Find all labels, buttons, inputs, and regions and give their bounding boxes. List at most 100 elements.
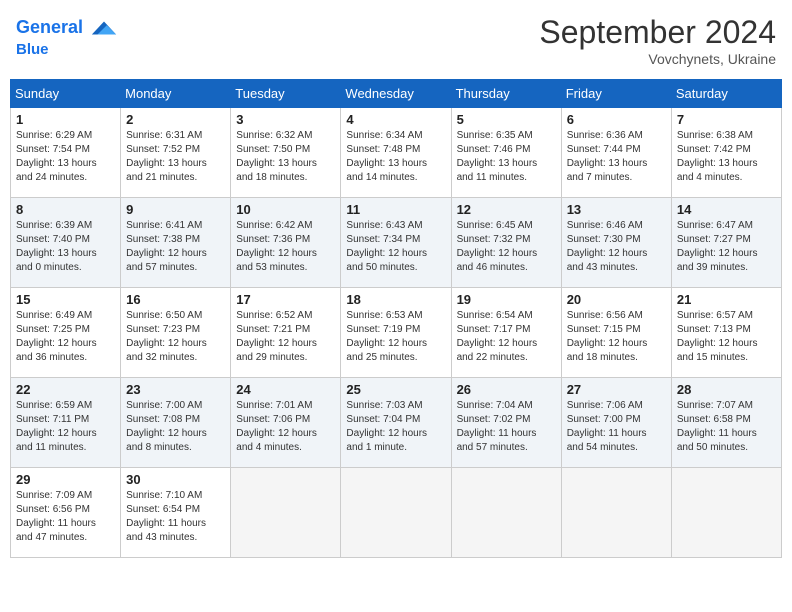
day-info: Sunrise: 6:52 AM Sunset: 7:21 PM Dayligh… [236, 309, 335, 365]
day-number: 8 [16, 202, 115, 217]
calendar-cell: 16Sunrise: 6:50 AM Sunset: 7:23 PM Dayli… [121, 288, 231, 378]
logo: General Blue [16, 14, 118, 59]
calendar-cell [451, 468, 561, 558]
calendar-week-5: 29 Sunrise: 7:09 AM Sunset: 6:56 PM Dayli… [11, 468, 782, 558]
calendar-body: 1 Sunrise: 6:29 AM Sunset: 7:54 PM Daylig… [11, 108, 782, 558]
day-info: Sunrise: 6:41 AM Sunset: 7:38 PM Dayligh… [126, 219, 225, 275]
day-info: Sunrise: 6:32 AM Sunset: 7:50 PM Dayligh… [236, 129, 335, 185]
month-title: September 2024 [539, 14, 776, 51]
calendar-cell: 23 Sunrise: 7:00 AM Sunset: 7:08 PM Dayli… [121, 378, 231, 468]
day-info: Sunrise: 6:39 AM Sunset: 7:40 PM Dayligh… [16, 219, 115, 275]
day-info: Sunrise: 6:46 AM Sunset: 7:30 PM Dayligh… [567, 219, 666, 275]
header-saturday: Saturday [671, 80, 781, 108]
day-info: Sunrise: 6:43 AM Sunset: 7:34 PM Dayligh… [346, 219, 445, 275]
calendar-week-3: 15 Sunrise: 6:49 AM Sunset: 7:25 PM Dayli… [11, 288, 782, 378]
day-info: Sunrise: 6:31 AM Sunset: 7:52 PM Dayligh… [126, 129, 225, 185]
day-number: 11 [346, 202, 445, 217]
title-block: September 2024 Vovchynets, Ukraine [539, 14, 776, 67]
day-number: 17 [236, 292, 335, 307]
header-sunday: Sunday [11, 80, 121, 108]
calendar-cell [231, 468, 341, 558]
day-info: Sunrise: 7:00 AM Sunset: 7:08 PM Dayligh… [126, 399, 225, 455]
day-info: Sunrise: 7:09 AM Sunset: 6:56 PM Dayligh… [16, 489, 115, 545]
day-number: 26 [457, 382, 556, 397]
calendar-cell: 20 Sunrise: 6:56 AM Sunset: 7:15 PM Dayli… [561, 288, 671, 378]
day-number: 12 [457, 202, 556, 217]
day-number: 10 [236, 202, 335, 217]
calendar-cell: 24 Sunrise: 7:01 AM Sunset: 7:06 PM Dayli… [231, 378, 341, 468]
day-info: Sunrise: 6:29 AM Sunset: 7:54 PM Dayligh… [16, 129, 115, 185]
calendar-cell: 11 Sunrise: 6:43 AM Sunset: 7:34 PM Dayli… [341, 198, 451, 288]
calendar-cell: 25Sunrise: 7:03 AM Sunset: 7:04 PM Dayli… [341, 378, 451, 468]
calendar-cell [671, 468, 781, 558]
day-info: Sunrise: 6:35 AM Sunset: 7:46 PM Dayligh… [457, 129, 556, 185]
day-info: Sunrise: 6:54 AM Sunset: 7:17 PM Dayligh… [457, 309, 556, 365]
calendar-week-2: 8 Sunrise: 6:39 AM Sunset: 7:40 PM Daylig… [11, 198, 782, 288]
calendar-cell: 15 Sunrise: 6:49 AM Sunset: 7:25 PM Dayli… [11, 288, 121, 378]
day-number: 2 [126, 112, 225, 127]
day-info: Sunrise: 7:04 AM Sunset: 7:02 PM Dayligh… [457, 399, 556, 455]
day-info: Sunrise: 6:34 AM Sunset: 7:48 PM Dayligh… [346, 129, 445, 185]
calendar-cell: 13Sunrise: 6:46 AM Sunset: 7:30 PM Dayli… [561, 198, 671, 288]
calendar-cell [341, 468, 451, 558]
calendar-cell: 7Sunrise: 6:38 AM Sunset: 7:42 PM Daylig… [671, 108, 781, 198]
day-info: Sunrise: 6:47 AM Sunset: 7:27 PM Dayligh… [677, 219, 776, 275]
day-info: Sunrise: 7:10 AM Sunset: 6:54 PM Dayligh… [126, 489, 225, 545]
day-number: 6 [567, 112, 666, 127]
day-info: Sunrise: 6:57 AM Sunset: 7:13 PM Dayligh… [677, 309, 776, 365]
day-info: Sunrise: 7:07 AM Sunset: 6:58 PM Dayligh… [677, 399, 776, 455]
day-number: 27 [567, 382, 666, 397]
day-info: Sunrise: 6:50 AM Sunset: 7:23 PM Dayligh… [126, 309, 225, 365]
calendar-cell: 10 Sunrise: 6:42 AM Sunset: 7:36 PM Dayli… [231, 198, 341, 288]
day-number: 4 [346, 112, 445, 127]
day-number: 19 [457, 292, 556, 307]
header-monday: Monday [121, 80, 231, 108]
day-number: 30 [126, 472, 225, 487]
header-wednesday: Wednesday [341, 80, 451, 108]
calendar-cell: 1 Sunrise: 6:29 AM Sunset: 7:54 PM Daylig… [11, 108, 121, 198]
calendar-cell: 26 Sunrise: 7:04 AM Sunset: 7:02 PM Dayli… [451, 378, 561, 468]
calendar-cell: 22Sunrise: 6:59 AM Sunset: 7:11 PM Dayli… [11, 378, 121, 468]
calendar-cell: 9Sunrise: 6:41 AM Sunset: 7:38 PM Daylig… [121, 198, 231, 288]
day-info: Sunrise: 7:01 AM Sunset: 7:06 PM Dayligh… [236, 399, 335, 455]
calendar-cell [561, 468, 671, 558]
day-number: 1 [16, 112, 115, 127]
day-number: 3 [236, 112, 335, 127]
day-info: Sunrise: 6:42 AM Sunset: 7:36 PM Dayligh… [236, 219, 335, 275]
calendar-cell: 5 Sunrise: 6:35 AM Sunset: 7:46 PM Daylig… [451, 108, 561, 198]
day-info: Sunrise: 6:53 AM Sunset: 7:19 PM Dayligh… [346, 309, 445, 365]
calendar-cell: 3 Sunrise: 6:32 AM Sunset: 7:50 PM Daylig… [231, 108, 341, 198]
calendar-cell: 8 Sunrise: 6:39 AM Sunset: 7:40 PM Daylig… [11, 198, 121, 288]
day-number: 29 [16, 472, 115, 487]
calendar-cell: 28 Sunrise: 7:07 AM Sunset: 6:58 PM Dayli… [671, 378, 781, 468]
day-info: Sunrise: 6:56 AM Sunset: 7:15 PM Dayligh… [567, 309, 666, 365]
day-number: 24 [236, 382, 335, 397]
calendar-cell: 4 Sunrise: 6:34 AM Sunset: 7:48 PM Daylig… [341, 108, 451, 198]
day-number: 14 [677, 202, 776, 217]
calendar-cell: 12Sunrise: 6:45 AM Sunset: 7:32 PM Dayli… [451, 198, 561, 288]
day-number: 5 [457, 112, 556, 127]
calendar-week-1: 1 Sunrise: 6:29 AM Sunset: 7:54 PM Daylig… [11, 108, 782, 198]
day-number: 7 [677, 112, 776, 127]
logo-text2: Blue [16, 42, 118, 59]
day-number: 15 [16, 292, 115, 307]
calendar-cell: 14 Sunrise: 6:47 AM Sunset: 7:27 PM Dayli… [671, 198, 781, 288]
day-number: 25 [346, 382, 445, 397]
logo-text: General [16, 14, 118, 42]
day-info: Sunrise: 6:49 AM Sunset: 7:25 PM Dayligh… [16, 309, 115, 365]
page-header: General Blue September 2024 Vovchynets, … [10, 10, 782, 71]
header-tuesday: Tuesday [231, 80, 341, 108]
day-number: 20 [567, 292, 666, 307]
calendar-cell: 27Sunrise: 7:06 AM Sunset: 7:00 PM Dayli… [561, 378, 671, 468]
calendar-week-4: 22Sunrise: 6:59 AM Sunset: 7:11 PM Dayli… [11, 378, 782, 468]
calendar-cell: 29 Sunrise: 7:09 AM Sunset: 6:56 PM Dayli… [11, 468, 121, 558]
day-number: 23 [126, 382, 225, 397]
calendar-header-row: SundayMondayTuesdayWednesdayThursdayFrid… [11, 80, 782, 108]
day-number: 28 [677, 382, 776, 397]
day-info: Sunrise: 6:36 AM Sunset: 7:44 PM Dayligh… [567, 129, 666, 185]
calendar-cell: 2 Sunrise: 6:31 AM Sunset: 7:52 PM Daylig… [121, 108, 231, 198]
header-thursday: Thursday [451, 80, 561, 108]
calendar-cell: 6 Sunrise: 6:36 AM Sunset: 7:44 PM Daylig… [561, 108, 671, 198]
calendar-cell: 18 Sunrise: 6:53 AM Sunset: 7:19 PM Dayli… [341, 288, 451, 378]
day-number: 18 [346, 292, 445, 307]
